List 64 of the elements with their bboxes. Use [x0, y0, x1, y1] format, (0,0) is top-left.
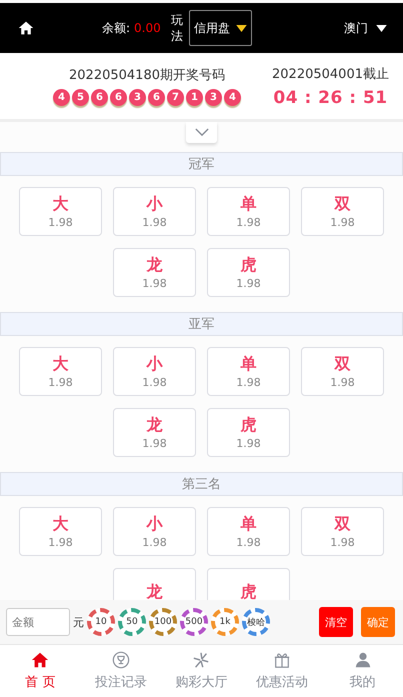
expand-button[interactable] [186, 122, 217, 143]
bet-option[interactable]: 单 1.98 [207, 187, 290, 236]
bet-option[interactable]: 小 1.98 [113, 347, 196, 396]
chip-button[interactable]: 1k [211, 608, 239, 636]
next-draw-title: 20220504001截止 [272, 66, 389, 82]
nav-tab[interactable]: 投注记录 [80, 645, 162, 697]
caret-icon [236, 24, 247, 32]
trophy-icon [112, 651, 130, 669]
chip-button[interactable]: 10 [87, 608, 115, 636]
chevron-down-icon [194, 128, 208, 137]
play-mode-select[interactable]: 信用盘 [188, 10, 252, 46]
bet-option[interactable]: 龙 [113, 568, 196, 600]
number-ball: 6 [110, 89, 127, 106]
nav-tab[interactable]: 优惠活动 [242, 645, 322, 697]
balance-label: 余额: [102, 20, 130, 36]
nav-tab[interactable]: 购彩大厅 [161, 645, 242, 697]
countdown: 04 : 26 : 51 [273, 88, 388, 108]
bet-option[interactable]: 双 1.98 [301, 347, 384, 396]
number-ball: 5 [72, 89, 89, 106]
section-header: 第三名 [0, 472, 403, 496]
bet-option[interactable]: 虎 [207, 568, 290, 600]
bet-option[interactable]: 双 1.98 [301, 187, 384, 236]
play-label: 玩法 [170, 12, 184, 44]
amount-field[interactable]: 金额 [6, 608, 70, 636]
home-icon [31, 651, 50, 669]
bet-option[interactable]: 大 1.98 [19, 507, 102, 556]
pinwheel-icon [192, 651, 210, 669]
bet-option[interactable]: 虎 1.98 [207, 408, 290, 457]
bet-option[interactable]: 单 1.98 [207, 347, 290, 396]
bet-option[interactable]: 虎 1.98 [207, 248, 290, 297]
number-ball: 6 [91, 89, 108, 106]
chip-button[interactable]: 50 [118, 608, 146, 636]
bet-option[interactable]: 单 1.98 [207, 507, 290, 556]
balance-value: 0.00 [134, 21, 161, 35]
unit-label: 元 [73, 614, 84, 630]
region-select[interactable]: 澳门 [344, 20, 387, 36]
draw-title: 20220504180期开奖号码 [69, 67, 225, 84]
chip-button[interactable]: 梭哈 [242, 608, 270, 636]
bet-option[interactable]: 龙 1.98 [113, 248, 196, 297]
bet-option[interactable]: 大 1.98 [19, 187, 102, 236]
bet-option[interactable]: 大 1.98 [19, 347, 102, 396]
bet-option[interactable]: 双 1.98 [301, 507, 384, 556]
nav-tab[interactable]: 首 页 [0, 645, 81, 697]
chip-button[interactable]: 100 [149, 608, 177, 636]
number-ball: 4 [224, 89, 241, 106]
nav-tab[interactable]: 我的 [322, 645, 403, 697]
number-ball: 3 [205, 89, 222, 106]
bet-option[interactable]: 龙 1.98 [113, 408, 196, 457]
chip-button[interactable]: 500 [180, 608, 208, 636]
gift-icon [273, 651, 292, 669]
caret-icon [376, 24, 387, 32]
number-ball: 4 [53, 89, 70, 106]
bet-option[interactable]: 小 1.98 [113, 507, 196, 556]
section-header: 亚军 [0, 312, 403, 336]
section-header: 冠军 [0, 152, 403, 176]
number-ball: 3 [129, 89, 146, 106]
user-icon [354, 651, 372, 669]
confirm-button[interactable]: 确定 [361, 607, 395, 637]
clear-button[interactable]: 清空 [319, 607, 353, 637]
home-icon [18, 20, 34, 36]
number-ball: 1 [186, 89, 203, 106]
number-ball: 7 [167, 89, 184, 106]
number-ball: 6 [148, 89, 165, 106]
bet-option[interactable]: 小 1.98 [113, 187, 196, 236]
